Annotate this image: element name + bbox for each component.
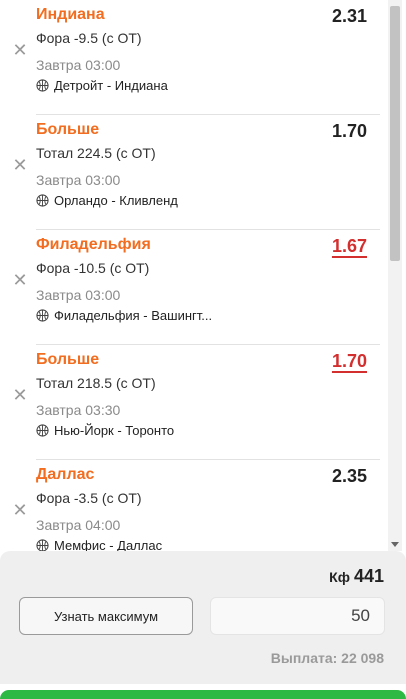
scroll-down-icon[interactable] bbox=[391, 542, 399, 547]
max-stake-button[interactable]: Узнать максимум bbox=[19, 597, 193, 635]
bet-match: Филадельфия - Вашингт... bbox=[36, 308, 236, 323]
coef-label: Кф bbox=[329, 569, 350, 585]
scrollbar[interactable] bbox=[388, 0, 402, 551]
bet-item: ✕ Филадельфия 1.67 Фора -10.5 (с ОТ) Зав… bbox=[0, 230, 386, 345]
bet-market: Тотал 224.5 (с ОТ) bbox=[36, 145, 156, 161]
close-icon[interactable]: ✕ bbox=[12, 271, 28, 289]
match-name: Филадельфия - Вашингт... bbox=[54, 308, 213, 323]
stake-input[interactable]: 50 bbox=[210, 597, 385, 635]
match-name: Орландо - Кливленд bbox=[54, 193, 178, 208]
place-bet-button[interactable] bbox=[0, 690, 406, 699]
match-name: Мемфис - Даллас bbox=[54, 538, 163, 551]
bet-match: Орландо - Кливленд bbox=[36, 193, 236, 208]
bet-time: Завтра 03:00 bbox=[36, 287, 121, 303]
scrollbar-thumb[interactable] bbox=[390, 6, 400, 261]
bet-odds: 1.70 bbox=[331, 351, 367, 371]
bet-match: Детройт - Индиана bbox=[36, 78, 236, 93]
match-name: Нью-Йорк - Торонто bbox=[54, 423, 175, 438]
bet-outcome: Больше bbox=[36, 351, 100, 368]
bet-market: Фора -9.5 (с ОТ) bbox=[36, 30, 142, 46]
total-coefficient: Кф 441 bbox=[329, 566, 384, 587]
close-icon[interactable]: ✕ bbox=[12, 156, 28, 174]
bet-odds: 2.35 bbox=[331, 466, 367, 486]
close-icon[interactable]: ✕ bbox=[12, 386, 28, 404]
coef-value: 441 bbox=[353, 566, 384, 586]
bet-market: Фора -3.5 (с ОТ) bbox=[36, 490, 142, 506]
bet-item: ✕ Больше 1.70 Тотал 218.5 (с ОТ) Завтра … bbox=[0, 345, 386, 460]
bet-slip-list: ✕ Индиана 2.31 Фора -9.5 (с ОТ) Завтра 0… bbox=[0, 0, 386, 551]
bet-item: ✕ Индиана 2.31 Фора -9.5 (с ОТ) Завтра 0… bbox=[0, 0, 386, 115]
basketball-icon bbox=[36, 539, 49, 551]
basketball-icon bbox=[36, 79, 49, 92]
bet-outcome: Даллас bbox=[36, 466, 95, 483]
bet-outcome: Филадельфия bbox=[36, 236, 151, 253]
close-icon[interactable]: ✕ bbox=[12, 41, 28, 59]
bet-outcome: Больше bbox=[36, 121, 100, 138]
payout-text: Выплата: 22 098 bbox=[270, 650, 384, 666]
match-name: Детройт - Индиана bbox=[54, 78, 168, 93]
basketball-icon bbox=[36, 194, 49, 207]
bet-odds: 1.67 bbox=[331, 236, 367, 256]
bet-time: Завтра 04:00 bbox=[36, 517, 121, 533]
bet-item: ✕ Больше 1.70 Тотал 224.5 (с ОТ) Завтра … bbox=[0, 115, 386, 230]
bet-outcome: Индиана bbox=[36, 6, 105, 23]
bet-item: ✕ Даллас 2.35 Фора -3.5 (с ОТ) Завтра 04… bbox=[0, 460, 386, 551]
bet-market: Фора -10.5 (с ОТ) bbox=[36, 260, 150, 276]
bet-slip-footer: Кф 441 Узнать максимум 50 Выплата: 22 09… bbox=[0, 551, 406, 684]
bet-match: Нью-Йорк - Торонто bbox=[36, 423, 236, 438]
bet-time: Завтра 03:30 bbox=[36, 402, 121, 418]
close-icon[interactable]: ✕ bbox=[12, 501, 28, 519]
bet-market: Тотал 218.5 (с ОТ) bbox=[36, 375, 156, 391]
basketball-icon bbox=[36, 309, 49, 322]
basketball-icon bbox=[36, 424, 49, 437]
bet-odds: 1.70 bbox=[331, 121, 367, 141]
bet-odds: 2.31 bbox=[331, 6, 367, 26]
bet-match: Мемфис - Даллас bbox=[36, 538, 236, 551]
bet-time: Завтра 03:00 bbox=[36, 172, 121, 188]
bet-time: Завтра 03:00 bbox=[36, 57, 121, 73]
